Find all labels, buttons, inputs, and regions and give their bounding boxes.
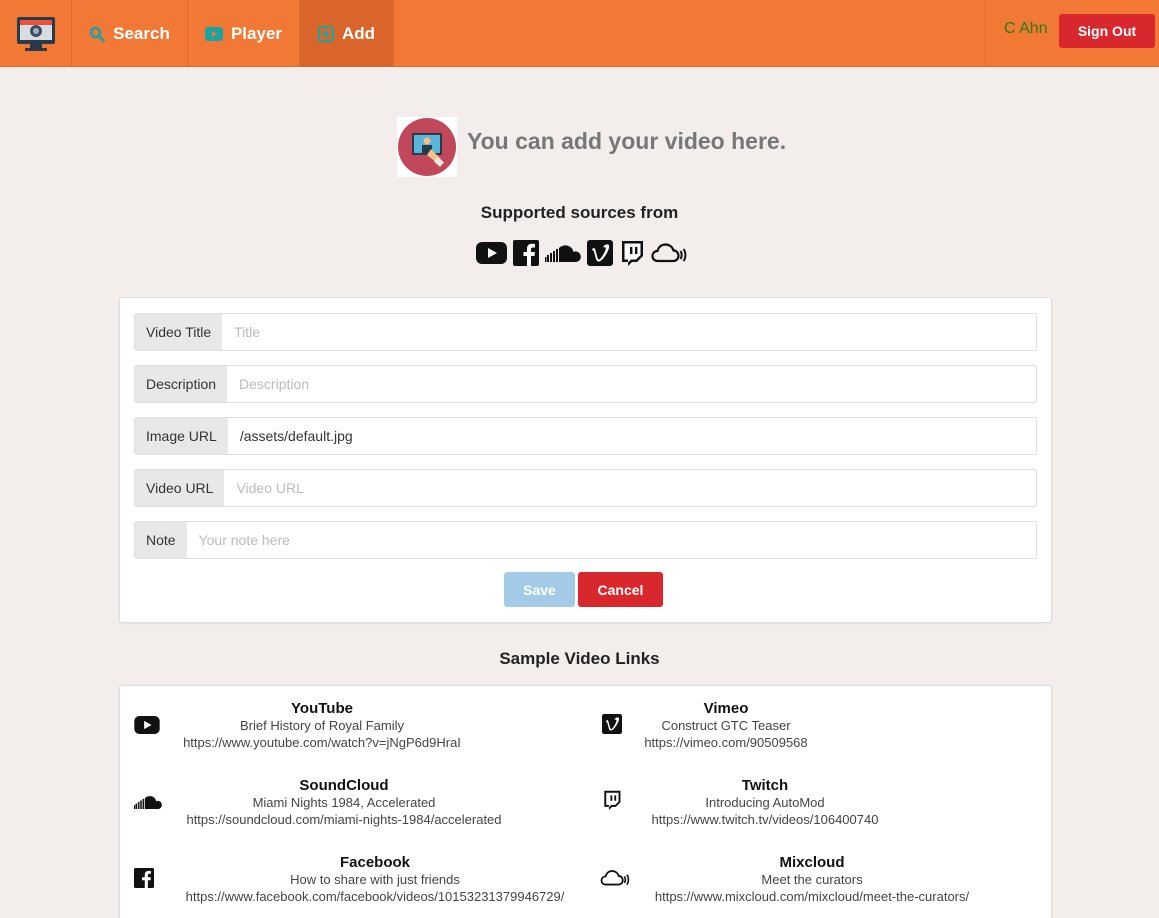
sample-name: YouTube — [291, 700, 353, 717]
image-url-field: Image URL — [134, 417, 1037, 455]
twitch-icon — [602, 790, 622, 810]
sample-name: Mixcloud — [779, 854, 845, 871]
note-field: Note — [134, 521, 1037, 559]
facebook-icon — [513, 240, 539, 266]
sample-description: Miami Nights 1984, Accelerated — [252, 795, 436, 810]
brand-logo[interactable] — [0, 0, 71, 67]
image-url-label: Image URL — [135, 418, 228, 454]
sample-url[interactable]: https://soundcloud.com/miami-nights-1984… — [164, 811, 524, 828]
save-button[interactable]: Save — [504, 572, 575, 607]
sample-facebook[interactable]: Facebook How to share with just friends … — [160, 854, 590, 914]
sample-url[interactable]: https://vimeo.com/90509568 — [626, 734, 826, 751]
sample-description: Construct GTC Teaser — [661, 718, 791, 733]
nav-add-label: Add — [341, 23, 376, 43]
sign-out-button[interactable]: Sign Out — [1059, 14, 1155, 48]
description-field: Description — [134, 365, 1037, 403]
sample-links-card: YouTube Brief History of Royal Family ht… — [119, 685, 1052, 918]
play-icon — [204, 26, 223, 41]
nav-player-label: Player — [230, 23, 283, 43]
youtube-icon — [476, 242, 507, 264]
soundcloud-icon — [545, 244, 581, 262]
note-input[interactable] — [186, 522, 1036, 558]
sample-vimeo[interactable]: Vimeo Construct GTC Teaser https://vimeo… — [626, 700, 826, 760]
vimeo-icon — [602, 714, 622, 734]
sample-url[interactable]: https://www.facebook.com/facebook/videos… — [160, 888, 590, 905]
youtube-icon — [134, 716, 160, 734]
page-title: You can add your video here. — [467, 128, 787, 154]
sample-url[interactable]: https://www.mixcloud.com/mixcloud/meet-t… — [632, 888, 992, 905]
video-url-field: Video URL — [134, 469, 1037, 507]
sample-name: Facebook — [339, 854, 411, 871]
sample-soundcloud[interactable]: SoundCloud Miami Nights 1984, Accelerate… — [164, 777, 524, 837]
sample-description: Introducing AutoMod — [705, 795, 825, 810]
sample-url[interactable]: https://www.twitch.tv/videos/106400740 — [626, 811, 904, 828]
cancel-button[interactable]: Cancel — [578, 572, 663, 607]
twitch-icon — [619, 240, 645, 266]
nav-add[interactable]: Add — [299, 0, 394, 67]
mixcloud-icon — [600, 869, 630, 887]
navbar: Search Player Add C Ahn Sign Out — [0, 0, 1159, 67]
add-square-icon — [317, 25, 334, 42]
sample-mixcloud[interactable]: Mixcloud Meet the curators https://www.m… — [632, 854, 992, 914]
nav-divider — [985, 0, 986, 67]
nav-player[interactable]: Player — [187, 0, 299, 67]
supported-sources-heading: Supported sources from — [480, 203, 679, 222]
sample-name: SoundCloud — [299, 777, 389, 794]
nav-search[interactable]: Search — [71, 0, 187, 67]
sample-name: Twitch — [741, 777, 789, 794]
image-url-input[interactable] — [227, 418, 1036, 454]
video-title-field: Video Title — [134, 313, 1037, 351]
description-input[interactable] — [227, 366, 1036, 402]
video-url-label: Video URL — [135, 470, 225, 506]
supported-sources-icons — [476, 239, 687, 267]
video-title-label: Video Title — [135, 314, 223, 350]
soundcloud-icon — [134, 795, 162, 809]
sample-description: Brief History of Royal Family — [240, 718, 404, 733]
sample-name: Vimeo — [703, 700, 749, 717]
mixcloud-icon — [651, 242, 687, 264]
description-label: Description — [135, 366, 228, 402]
video-url-input[interactable] — [224, 470, 1036, 506]
sample-url[interactable]: https://www.youtube.com/watch?v=jNgP6d9H… — [160, 734, 484, 751]
facebook-icon — [134, 868, 154, 888]
monitor-logo-icon — [16, 16, 55, 51]
video-upload-icon — [397, 117, 457, 177]
nav-search-label: Search — [113, 23, 170, 43]
sample-description: How to share with just friends — [290, 872, 460, 887]
sample-youtube[interactable]: YouTube Brief History of Royal Family ht… — [160, 700, 484, 760]
sample-twitch[interactable]: Twitch Introducing AutoMod https://www.t… — [626, 777, 904, 837]
vimeo-icon — [587, 240, 613, 266]
sample-description: Meet the curators — [761, 872, 863, 887]
note-label: Note — [135, 522, 187, 558]
search-icon — [89, 26, 106, 42]
sample-links-heading: Sample Video Links — [499, 649, 660, 668]
add-video-form: Video Title Description Image URL Video … — [119, 297, 1052, 623]
user-name[interactable]: C Ahn — [1004, 20, 1048, 38]
video-title-input[interactable] — [222, 314, 1036, 350]
